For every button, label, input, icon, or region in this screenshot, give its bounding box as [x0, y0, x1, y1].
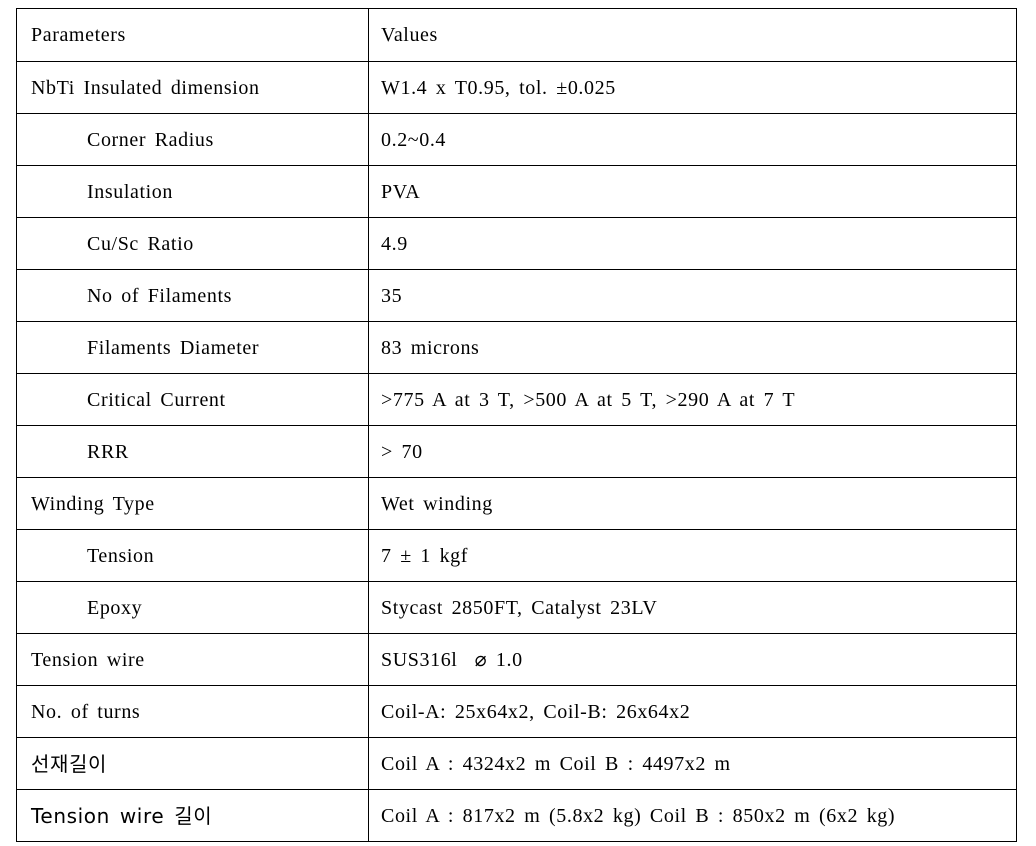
parameter-label: Winding Type	[16, 477, 369, 530]
parameter-value: Stycast 2850FT, Catalyst 23LV	[368, 581, 1017, 634]
parameter-value: Coil A : 4324x2 m Coil B : 4497x2 m	[368, 737, 1017, 790]
parameter-label: Tension	[16, 529, 369, 582]
column-header-values: Values	[368, 8, 1017, 62]
parameter-value: > 70	[368, 425, 1017, 478]
parameter-value: >775 A at 3 T, >500 A at 5 T, >290 A at …	[368, 373, 1017, 426]
parameter-value: W1.4 x T0.95, tol. ±0.025	[368, 61, 1017, 114]
table-row: Critical Current >775 A at 3 T, >500 A at…	[16, 373, 1017, 426]
parameter-value: Wet winding	[368, 477, 1017, 530]
parameter-label: Epoxy	[16, 581, 369, 634]
parameter-label: No of Filaments	[16, 269, 369, 322]
parameter-label: No. of turns	[16, 685, 369, 738]
table-row: RRR > 70	[16, 425, 1017, 478]
table-row: Tension wire 길이 Coil A : 817x2 m (5.8x2 k…	[16, 789, 1017, 842]
parameter-label: Critical Current	[16, 373, 369, 426]
parameter-value: 83 microns	[368, 321, 1017, 374]
parameter-label: Filaments Diameter	[16, 321, 369, 374]
document-page: Parameters Values NbTi Insulated dimensi…	[0, 0, 1036, 846]
table-header-row: Parameters Values	[16, 8, 1017, 62]
parameter-value: PVA	[368, 165, 1017, 218]
parameter-label: Insulation	[16, 165, 369, 218]
table-row: 선재길이 Coil A : 4324x2 m Coil B : 4497x2 m	[16, 737, 1017, 790]
table-row: Winding Type Wet winding	[16, 477, 1017, 530]
parameter-value: 7 ± 1 kgf	[368, 529, 1017, 582]
specification-table: Parameters Values NbTi Insulated dimensi…	[16, 8, 1017, 842]
table-row: Filaments Diameter 83 microns	[16, 321, 1017, 374]
parameter-value: 0.2~0.4	[368, 113, 1017, 166]
table-row: NbTi Insulated dimension W1.4 x T0.95, to…	[16, 61, 1017, 114]
table-row: Tension wire SUS316l ⌀ 1.0	[16, 633, 1017, 686]
parameter-label: RRR	[16, 425, 369, 478]
parameter-label: Tension wire 길이	[16, 789, 369, 842]
table-row: Corner Radius 0.2~0.4	[16, 113, 1017, 166]
parameter-value: Coil-A: 25x64x2, Coil-B: 26x64x2	[368, 685, 1017, 738]
table-body: Parameters Values NbTi Insulated dimensi…	[16, 8, 1017, 842]
column-header-parameters: Parameters	[16, 8, 369, 62]
parameter-value: 35	[368, 269, 1017, 322]
parameter-label: 선재길이	[16, 737, 369, 790]
parameter-value: 4.9	[368, 217, 1017, 270]
parameter-label: Cu/Sc Ratio	[16, 217, 369, 270]
parameter-label: NbTi Insulated dimension	[16, 61, 369, 114]
parameter-value: SUS316l ⌀ 1.0	[368, 633, 1017, 686]
table-row: Epoxy Stycast 2850FT, Catalyst 23LV	[16, 581, 1017, 634]
parameter-label: Corner Radius	[16, 113, 369, 166]
parameter-value: Coil A : 817x2 m (5.8x2 kg) Coil B : 850…	[368, 789, 1017, 842]
table-row: Tension 7 ± 1 kgf	[16, 529, 1017, 582]
table-row: No of Filaments 35	[16, 269, 1017, 322]
parameter-label: Tension wire	[16, 633, 369, 686]
table-row: Cu/Sc Ratio 4.9	[16, 217, 1017, 270]
table-row: No. of turns Coil-A: 25x64x2, Coil-B: 26x…	[16, 685, 1017, 738]
table-row: Insulation PVA	[16, 165, 1017, 218]
